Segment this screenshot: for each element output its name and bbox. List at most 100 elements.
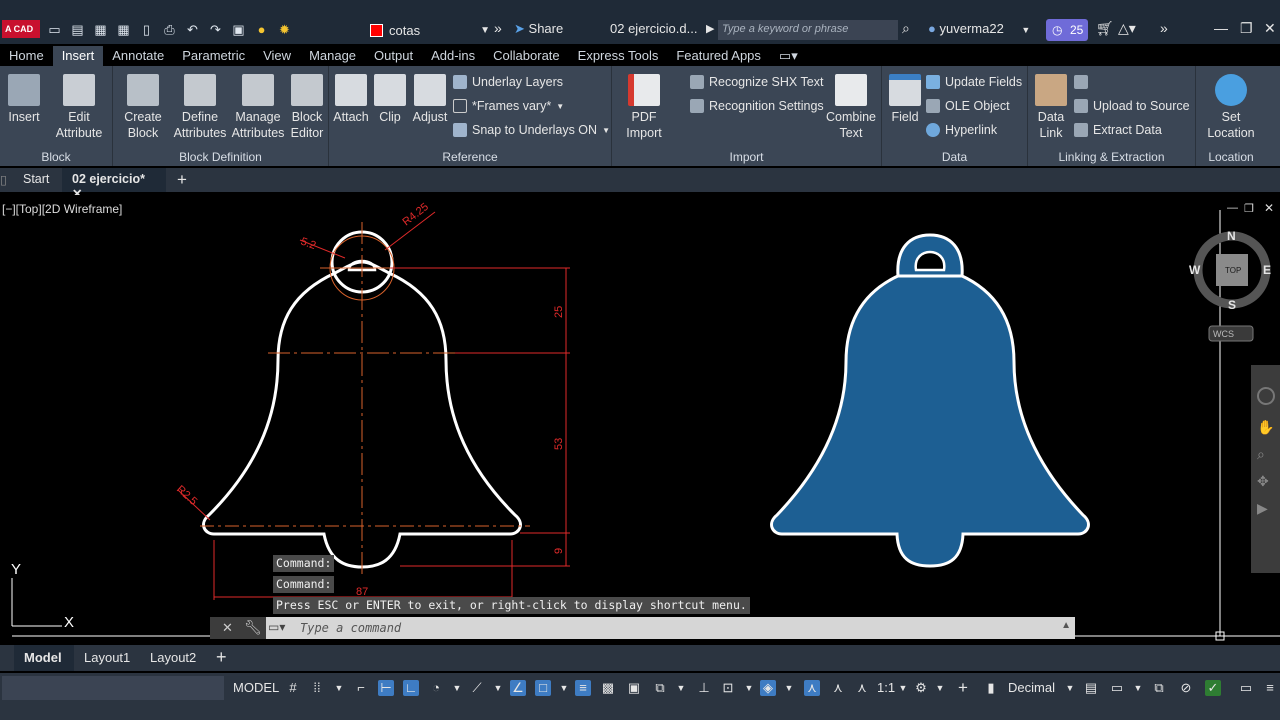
- save-icon[interactable]: ▦: [92, 22, 109, 38]
- underlay-layers-button[interactable]: Underlay Layers: [453, 75, 563, 89]
- clip-button[interactable]: Clip: [373, 74, 407, 125]
- cart-icon[interactable]: 🛒︎: [1096, 20, 1114, 37]
- save-as-icon[interactable]: ▦: [115, 22, 132, 38]
- chevron-down-icon[interactable]: ▼: [1062, 680, 1078, 696]
- tab-collaborate[interactable]: Collaborate: [484, 46, 569, 66]
- chevron-down-icon[interactable]: ▼: [1130, 680, 1146, 696]
- lineweight-icon[interactable]: ≡: [575, 680, 591, 696]
- viewport-close-icon[interactable]: ✕: [1264, 201, 1274, 215]
- ribbon-options-icon[interactable]: ▭▾: [770, 46, 807, 66]
- triangle-right-icon[interactable]: ▶: [706, 22, 714, 35]
- selection-cycling-icon[interactable]: ▣: [626, 680, 642, 696]
- navigation-bar[interactable]: ✋ ⌕ ✥ ▶: [1251, 365, 1280, 573]
- tab-express-tools[interactable]: Express Tools: [569, 46, 668, 66]
- model-space-button[interactable]: MODEL: [233, 680, 279, 695]
- tab-add-ins[interactable]: Add-ins: [422, 46, 484, 66]
- tab-menu-icon[interactable]: ▯: [0, 172, 7, 187]
- pdf-import-button[interactable]: PDF Import: [620, 74, 668, 141]
- gizmo-icon[interactable]: ◈: [760, 680, 776, 696]
- chevron-down-icon[interactable]: ▼: [895, 680, 911, 696]
- clean-screen-icon[interactable]: ✓: [1205, 680, 1221, 696]
- gear-icon[interactable]: ⚙: [913, 680, 929, 696]
- showmotion-icon[interactable]: ▶: [1257, 500, 1274, 517]
- chevron-down-icon[interactable]: ▼: [673, 680, 689, 696]
- chevron-down-icon[interactable]: ▼: [781, 680, 797, 696]
- search-input[interactable]: Type a keyword or phrase: [718, 20, 898, 40]
- dynamic-input-icon[interactable]: ⊢: [378, 680, 394, 696]
- units-dropdown[interactable]: Decimal: [1008, 680, 1055, 695]
- adjust-button[interactable]: Adjust: [411, 74, 449, 125]
- user-menu[interactable]: ● yuverma22 ▼: [928, 21, 1030, 36]
- close-icon[interactable]: ✕: [222, 620, 233, 636]
- isodraft-icon[interactable]: ⟋: [469, 680, 485, 696]
- annotation-scale-value[interactable]: 1:1: [877, 680, 895, 695]
- lock-ui-icon[interactable]: ▭: [1109, 680, 1125, 696]
- hardware-acceleration-icon[interactable]: ⊘: [1178, 680, 1194, 696]
- more-icon[interactable]: »: [1160, 20, 1168, 36]
- block-editor-button[interactable]: Block Editor: [287, 74, 327, 141]
- selection-filter-icon[interactable]: ⊡: [720, 680, 736, 696]
- print-icon[interactable]: ⎙: [161, 22, 178, 38]
- download-from-source-button[interactable]: [1074, 75, 1088, 89]
- customization-menu-icon[interactable]: ≡: [1262, 680, 1278, 696]
- sun-icon[interactable]: ✹: [276, 22, 293, 38]
- object-snap-tracking-icon[interactable]: ∠: [510, 680, 526, 696]
- chevron-down-icon[interactable]: ▼: [556, 680, 572, 696]
- ole-object-button[interactable]: OLE Object: [926, 99, 1010, 113]
- open-icon[interactable]: ▤: [69, 22, 86, 38]
- define-attributes-button[interactable]: Define Attributes: [171, 74, 229, 141]
- open-web-icon[interactable]: ▯: [138, 22, 155, 38]
- tab-insert[interactable]: Insert: [52, 46, 104, 66]
- viewport-controls[interactable]: [−][Top][2D Wireframe]: [2, 202, 122, 216]
- close-icon[interactable]: ✕: [1264, 20, 1276, 37]
- set-location-button[interactable]: Set Location: [1202, 74, 1260, 141]
- attach-button[interactable]: Attach: [333, 74, 369, 125]
- chevron-down-icon[interactable]: ▼: [449, 680, 465, 696]
- auto-scale-icon[interactable]: ⋏: [830, 680, 846, 696]
- panel-title-reference[interactable]: Reference: [329, 150, 611, 164]
- tab-model[interactable]: Model: [14, 645, 74, 671]
- frames-dropdown[interactable]: *Frames vary* ▼: [453, 99, 564, 113]
- quick-properties-icon[interactable]: ▤: [1083, 680, 1099, 696]
- isolate-objects-icon[interactable]: ⧉: [1151, 680, 1167, 696]
- new-icon[interactable]: ▭: [46, 22, 63, 38]
- tab-parametric[interactable]: Parametric: [173, 46, 254, 66]
- layer-dropdown[interactable]: cotas ▼: [370, 20, 490, 40]
- drawing-viewport[interactable]: [0, 195, 1280, 640]
- undo-icon[interactable]: ↶: [184, 22, 201, 38]
- annotation-scale-icon[interactable]: ⋏: [854, 680, 870, 696]
- tab-layout1[interactable]: Layout1: [84, 650, 130, 665]
- data-link-button[interactable]: Data Link: [1032, 74, 1070, 141]
- chevron-down-icon[interactable]: ▼: [490, 680, 506, 696]
- plus-icon[interactable]: +: [955, 679, 971, 696]
- recognize-shx-button[interactable]: Recognize SHX Text: [690, 75, 823, 89]
- tab-manage[interactable]: Manage: [300, 46, 365, 66]
- subscription-badge[interactable]: ◷ 25: [1046, 19, 1088, 41]
- chevron-down-icon[interactable]: ▼: [741, 680, 757, 696]
- field-button[interactable]: Field: [886, 74, 924, 125]
- zoom-icon[interactable]: ⌕: [1257, 446, 1274, 463]
- search-icon[interactable]: ⌕: [902, 20, 910, 37]
- pan-icon[interactable]: ✋: [1257, 419, 1274, 436]
- expand-icon[interactable]: »: [494, 20, 502, 36]
- bulb-icon[interactable]: ●: [253, 22, 270, 38]
- transparency-icon[interactable]: ▩: [600, 680, 616, 696]
- minimize-icon[interactable]: —: [1214, 20, 1228, 36]
- redo-icon[interactable]: ↷: [207, 22, 224, 38]
- snap-mode-icon[interactable]: ⁞⁞: [309, 680, 325, 696]
- share-button[interactable]: ➤ Share: [514, 21, 563, 37]
- tab-view[interactable]: View: [254, 46, 300, 66]
- units-icon[interactable]: ▮: [983, 680, 999, 696]
- new-tab-icon[interactable]: +: [177, 170, 187, 190]
- insert-button[interactable]: Insert: [4, 74, 44, 125]
- ortho-icon[interactable]: ∟: [403, 680, 419, 696]
- extract-data-button[interactable]: Extract Data: [1074, 123, 1162, 137]
- customize-icon[interactable]: 🔧︎: [244, 619, 262, 636]
- tab-start[interactable]: Start: [23, 172, 49, 186]
- recognition-settings-button[interactable]: Recognition Settings: [690, 99, 824, 113]
- chevron-up-icon[interactable]: ▲: [1061, 620, 1071, 631]
- tab-layout2[interactable]: Layout2: [150, 650, 196, 665]
- new-layout-icon[interactable]: +: [216, 647, 227, 668]
- infer-constraints-icon[interactable]: ⌐: [353, 680, 369, 696]
- tab-featured-apps[interactable]: Featured Apps: [667, 46, 770, 66]
